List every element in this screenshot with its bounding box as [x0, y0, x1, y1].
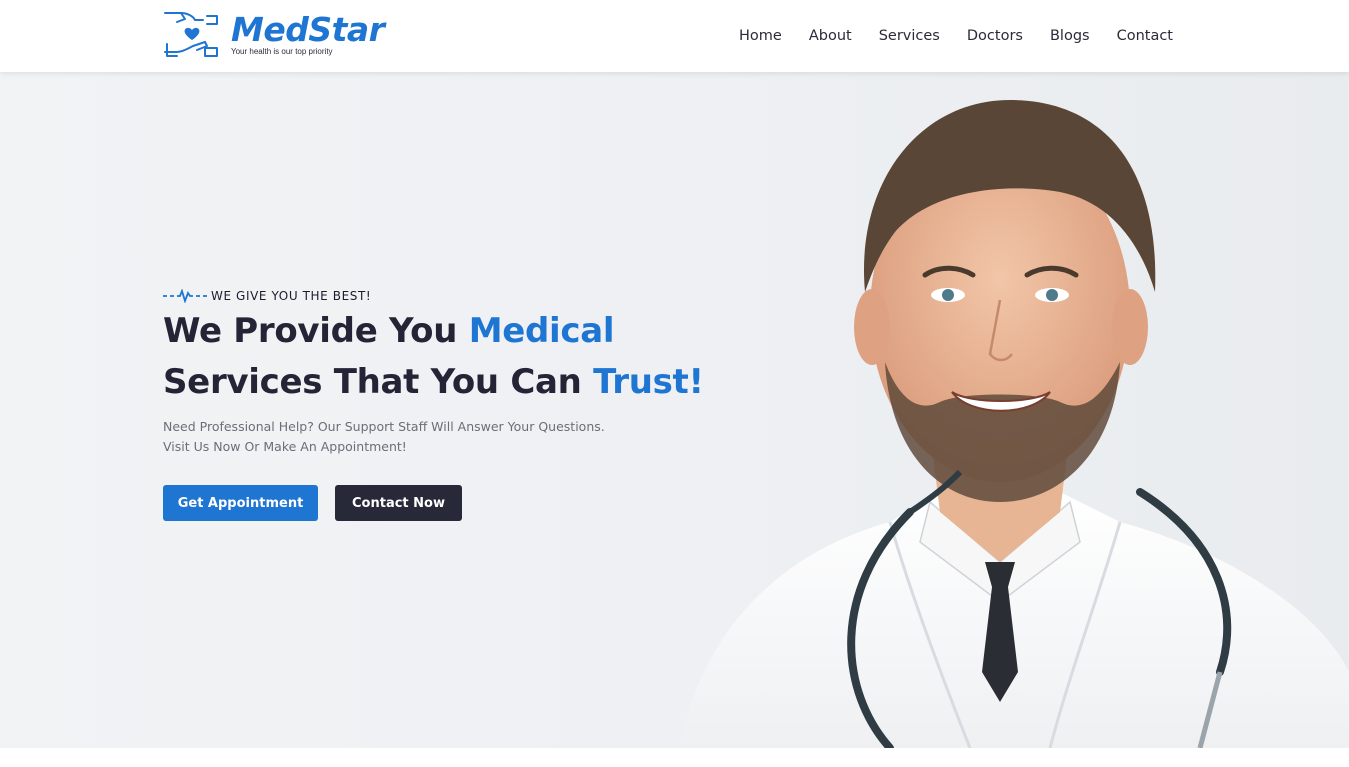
nav-about-link[interactable]: About: [809, 28, 852, 44]
hero-eyebrow: WE GIVE YOU THE BEST!: [163, 289, 371, 303]
headline-line2-dark: Services That You Can: [163, 362, 594, 402]
hero-headline: We Provide You Medical Services That You…: [163, 306, 783, 408]
hero-section: WE GIVE YOU THE BEST! We Provide You Med…: [0, 72, 1349, 748]
caring-hands-heart-icon: [164, 12, 218, 57]
nav-doctors-link[interactable]: Doctors: [967, 28, 1023, 44]
eyebrow-text: WE GIVE YOU THE BEST!: [211, 289, 372, 303]
headline-line1-accent: Medical: [468, 311, 615, 351]
description-line2: Visit Us Now Or Make An Appointment!: [163, 439, 407, 454]
get-appointment-button[interactable]: Get Appointment: [163, 485, 318, 521]
brand-tagline: Your health is our top priority: [231, 46, 333, 56]
hero-description: Need Professional Help? Our Support Staf…: [163, 417, 633, 457]
nav-blogs-link[interactable]: Blogs: [1050, 28, 1090, 44]
description-line1: Need Professional Help? Our Support Staf…: [163, 419, 605, 434]
brand-logo[interactable]: MedStar Your health is our top priority: [163, 8, 385, 60]
nav-contact-link[interactable]: Contact: [1117, 28, 1173, 44]
heartbeat-icon: [163, 289, 207, 303]
contact-now-button[interactable]: Contact Now: [335, 485, 462, 521]
headline-line2-accent: Trust!: [593, 362, 704, 402]
nav-home-link[interactable]: Home: [739, 28, 782, 44]
headline-line1-dark: We Provide You: [163, 311, 469, 351]
doctor-photo: [680, 100, 1349, 748]
brand-name: MedStar: [231, 9, 385, 49]
site-header: MedStar Your health is our top priority …: [0, 0, 1349, 72]
nav-services-link[interactable]: Services: [879, 28, 940, 44]
main-nav: Home About Services Doctors Blogs Contac…: [712, 0, 1173, 72]
